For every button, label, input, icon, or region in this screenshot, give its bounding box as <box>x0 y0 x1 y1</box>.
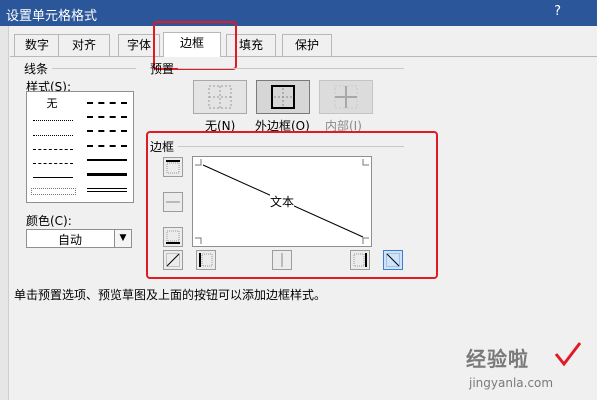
preset-inside-button[interactable] <box>319 80 373 114</box>
border-left-icon <box>199 253 213 267</box>
border-bottom-button[interactable] <box>163 227 183 247</box>
border-middle-horizontal-button[interactable] <box>163 192 183 212</box>
border-top-button[interactable] <box>163 157 183 177</box>
title-bar: 设置单元格格式 ? <box>0 0 597 26</box>
preview-text: 文本 <box>270 193 295 210</box>
line-style-medium[interactable] <box>87 159 127 161</box>
border-right-icon <box>353 253 367 267</box>
line-style-thick[interactable] <box>87 173 127 176</box>
line-style-hair[interactable] <box>33 120 73 121</box>
line-style-medium-dashed[interactable] <box>87 145 127 147</box>
hint-text: 单击预置选项、预览草图及上面的按钮可以添加边框样式。 <box>14 288 327 302</box>
preset-section-label: 预置 <box>150 62 175 76</box>
line-style-dotted[interactable] <box>33 135 73 136</box>
line-style-selected[interactable] <box>31 188 76 195</box>
line-style-dash-dot[interactable] <box>33 163 73 164</box>
line-style-slant-dash-dot[interactable] <box>87 116 127 118</box>
border-middle-vertical-icon <box>281 253 283 267</box>
border-middle-horizontal-icon <box>166 201 180 203</box>
chevron-down-icon[interactable]: ▼ <box>114 230 131 247</box>
line-style-none[interactable]: 无 <box>35 95 69 111</box>
tab-protection[interactable]: 保护 <box>282 34 332 56</box>
dialog-title: 设置单元格格式 <box>6 9 98 24</box>
preset-outline-button[interactable] <box>256 80 310 114</box>
border-diagonal-up-icon <box>166 253 180 267</box>
line-style-thin[interactable] <box>33 177 73 178</box>
tab-border[interactable]: 边框 <box>163 32 221 57</box>
border-right-button[interactable] <box>350 250 370 270</box>
border-section-label: 边框 <box>150 140 175 154</box>
window-edge <box>0 26 9 400</box>
watermark-url: jingyanla.com <box>469 376 554 390</box>
tab-alignment[interactable]: 对齐 <box>58 34 110 56</box>
color-select[interactable]: 自动 ▼ <box>26 229 132 248</box>
color-label: 颜色(C): <box>26 214 72 228</box>
border-left-button[interactable] <box>196 250 216 270</box>
preset-section-divider <box>178 68 404 69</box>
line-style-dash-dot-dot[interactable] <box>33 149 73 150</box>
tab-number[interactable]: 数字 <box>14 34 60 56</box>
border-section-divider <box>178 146 404 147</box>
line-section-divider <box>52 68 136 69</box>
color-select-value: 自动 <box>57 233 82 247</box>
border-diagonal-down-button[interactable] <box>383 250 403 270</box>
line-style-double[interactable] <box>87 188 127 192</box>
help-button[interactable]: ? <box>554 4 561 19</box>
line-style-medium-dash-dot[interactable] <box>87 130 127 132</box>
preset-none-button[interactable] <box>193 80 247 114</box>
line-style-list[interactable]: 无 <box>26 91 134 203</box>
preset-outline-icon <box>271 85 295 109</box>
border-diagonal-up-button[interactable] <box>163 250 183 270</box>
border-middle-vertical-button[interactable] <box>272 250 292 270</box>
line-section-label: 线条 <box>24 62 49 76</box>
border-bottom-icon <box>166 230 180 244</box>
watermark-logo-text: 经验啦 <box>466 347 529 371</box>
border-preview[interactable]: 文本 <box>192 156 372 247</box>
preset-none-icon <box>208 85 232 109</box>
line-style-medium-dash-dot-dot[interactable] <box>87 102 127 104</box>
border-diagonal-down-icon <box>386 253 400 267</box>
preset-inside-icon <box>334 85 358 109</box>
watermark-check-icon <box>554 342 582 367</box>
tab-divider <box>10 56 597 57</box>
border-top-icon <box>166 160 180 174</box>
